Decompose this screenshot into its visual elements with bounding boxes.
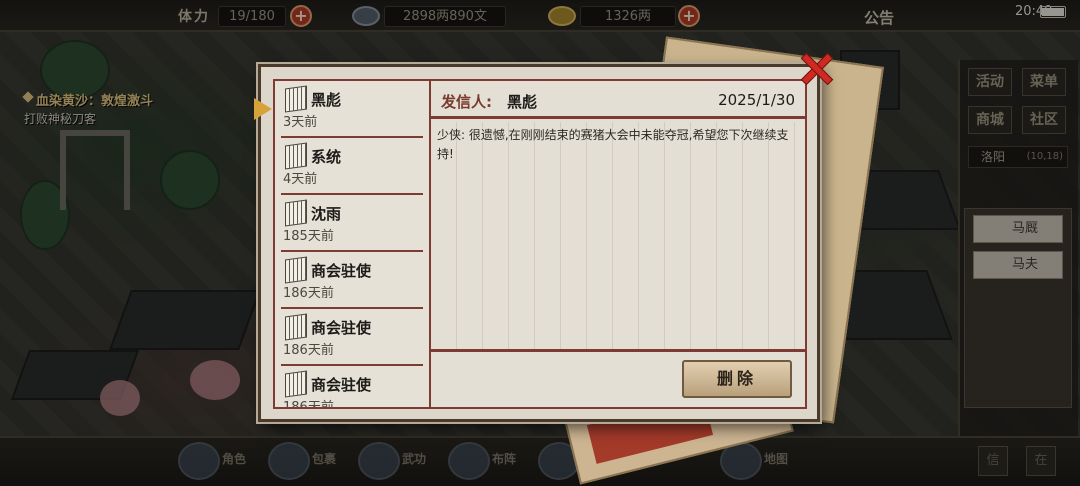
- mail-age: 4天前: [283, 172, 318, 187]
- mail-age: 186天前: [283, 286, 334, 301]
- mail-sender: 商会驻使: [311, 262, 372, 280]
- mail-item[interactable]: 黑彪 3天前: [281, 81, 423, 138]
- letter-icon: [285, 370, 307, 398]
- mail-age: 185天前: [283, 229, 334, 244]
- mail-header: 发信人: 黑彪 2025/1/30: [431, 81, 805, 119]
- mail-date: 2025/1/30: [718, 91, 795, 109]
- delete-button[interactable]: 删除: [682, 360, 792, 398]
- letter-icon: [285, 142, 307, 170]
- mail-sender: 系统: [311, 148, 342, 166]
- mail-item[interactable]: 商会驻使 186天前: [281, 366, 423, 409]
- mail-item[interactable]: 商会驻使 186天前: [281, 309, 423, 366]
- letter-icon: [285, 256, 307, 284]
- letter-icon: [285, 313, 307, 341]
- selected-mail-arrow-icon: [254, 98, 272, 120]
- mail-age: 186天前: [283, 400, 334, 409]
- mail-sender: 黑彪: [311, 91, 342, 109]
- mail-list[interactable]: 黑彪 3天前 系统 4天前 沈雨 185天前 商会驻使 186天前 商会驻使 1…: [273, 79, 431, 409]
- mail-body: 少侠: 很遗憾,在刚刚结束的赛猪大会中未能夺冠,希望您下次继续支持!: [431, 122, 805, 352]
- mail-sender: 商会驻使: [311, 376, 372, 394]
- close-icon[interactable]: [796, 48, 836, 88]
- from-label: 发信人:: [441, 93, 492, 111]
- mail-item[interactable]: 商会驻使 186天前: [281, 252, 423, 309]
- mail-age: 3天前: [283, 115, 318, 130]
- mail-text: 少侠: 很遗憾,在刚刚结束的赛猪大会中未能夺冠,希望您下次继续支持!: [437, 128, 789, 161]
- mail-item[interactable]: 系统 4天前: [281, 138, 423, 195]
- mail-sender: 商会驻使: [311, 319, 372, 337]
- letter-icon: [285, 199, 307, 227]
- mail-item[interactable]: 沈雨 185天前: [281, 195, 423, 252]
- mail-age: 186天前: [283, 343, 334, 358]
- from-name: 黑彪: [507, 93, 538, 111]
- letter-icon: [285, 85, 307, 113]
- mail-sender: 沈雨: [311, 205, 342, 223]
